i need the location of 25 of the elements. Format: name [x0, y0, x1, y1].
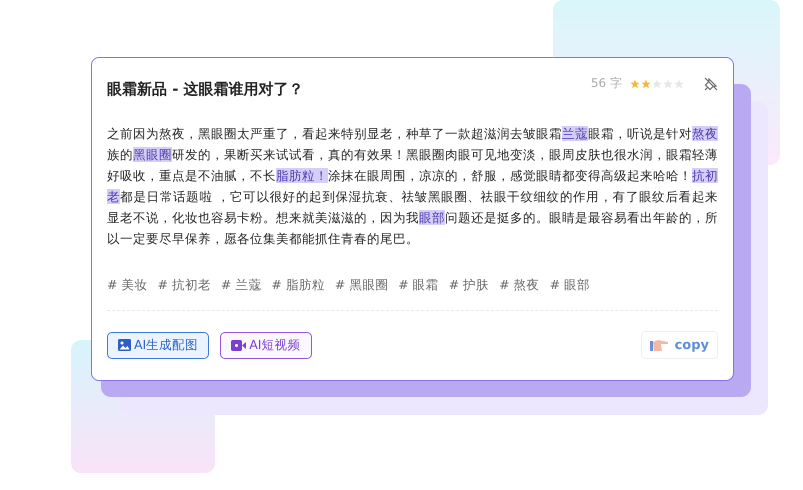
copy-button[interactable]: copy — [640, 331, 718, 359]
hashtag[interactable]: # 眼霜 — [398, 277, 439, 294]
hashtag[interactable]: # 熬夜 — [499, 277, 540, 294]
image-icon — [118, 339, 131, 351]
hashtag[interactable]: # 兰蔻 — [220, 277, 262, 294]
hashtag[interactable]: # 眼部 — [550, 277, 590, 294]
body-paragraph: 之前因为熬夜，黑眼圈太严重了，看起来特别显老，种草了一款超滋润去皱眼霜兰蔻眼霜，听说是针对熬夜 族的黑眼圈研发的，果断买来试试看，真的有效果！黑眼圈肉眼可见地变淡，眼周皮肤也很水润，眼霜轻薄好吸收，重点是不油腻，不长脂肪粒！涂抹在眼周围，凉凉的，舒服，感觉眼睛都变得高级起来哈哈！抗初老都是日常话题啦 ，它可以很好的起到保湿抗衰、祛皱黑眼圈、祛眼干纹细纹的作用，有了眼纹后看起来显老不说，化妆也容易卡粉。想来就美滋滋的，因为我眼部问题还是挺多的。眼睛是最容易看出年龄的，所以一定要尽早保养，愿各位集美都能抓住青春的尾巴。 — [107, 125, 718, 248]
hashtag[interactable]: # 护肤 — [448, 277, 490, 294]
video-camera-icon — [231, 340, 246, 350]
star-icon — [630, 78, 640, 88]
card-title: 眼霜新品 - 这眼霜谁用对了？ — [107, 79, 304, 99]
star-icon — [641, 78, 651, 88]
pointing-hand-icon — [650, 338, 670, 352]
unpin-icon[interactable] — [704, 76, 718, 90]
star-icon — [674, 78, 684, 88]
star-rating[interactable] — [630, 78, 684, 88]
hashtag[interactable]: # 黑眼圈 — [334, 277, 388, 294]
word-count: 56 字 — [590, 75, 622, 92]
star-icon — [652, 78, 662, 88]
hashtag[interactable]: # 美妆 — [107, 277, 148, 294]
star-icon — [663, 78, 673, 88]
hashtag[interactable]: # 脂肪粒 — [271, 277, 325, 294]
generate-image-button[interactable]: AI生成配图 — [107, 332, 210, 358]
generate-video-button[interactable]: AI短视频 — [220, 332, 312, 358]
hashtag[interactable]: # 抗初老 — [157, 277, 211, 294]
